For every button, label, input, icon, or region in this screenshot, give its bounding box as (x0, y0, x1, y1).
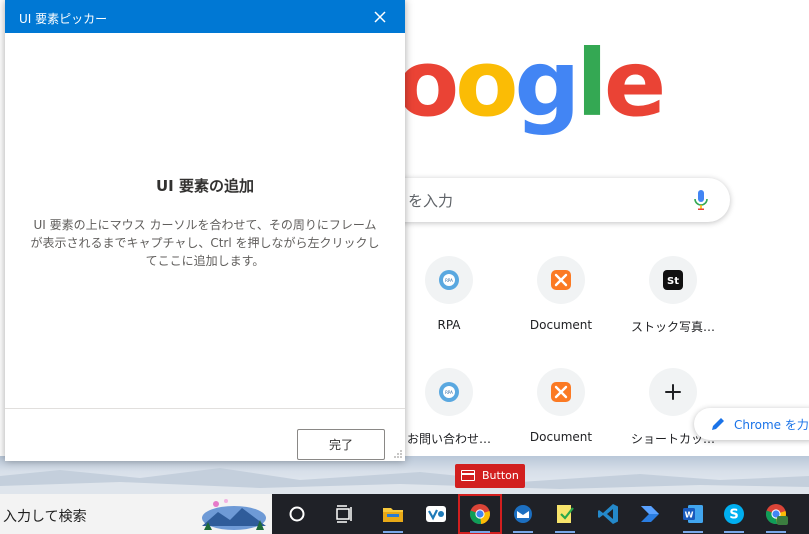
skype-icon: S (724, 504, 744, 524)
google-search-box[interactable]: を入力 (380, 178, 730, 222)
customize-chrome-button[interactable]: Chrome を力 (694, 408, 809, 440)
taskbar-task-view[interactable] (324, 494, 364, 534)
dialog-title-bar: UI 要素ピッカー (5, 0, 405, 33)
shortcut-label: Document (529, 318, 593, 332)
picker-heading: UI 要素の追加 (156, 177, 254, 195)
task-view-icon (336, 505, 352, 523)
running-indicator (683, 531, 703, 533)
file-explorer-icon (383, 508, 403, 522)
stock-st-icon: St (663, 270, 683, 290)
microphone-icon[interactable] (693, 189, 709, 211)
shortcut-label: ストック写真… (630, 320, 715, 334)
window-icon (461, 470, 475, 481)
svg-text:W: W (685, 511, 694, 520)
shortcut-tile[interactable]: Document (506, 368, 616, 456)
picker-instructions: UI 要素の上にマウス カーソルを合わせて、その周りにフレームが表示されるまでキ… (30, 218, 380, 268)
shortcut-tile[interactable]: St ストック写真… (618, 256, 728, 352)
chrome-profile-icon (765, 504, 788, 525)
element-highlight-tag: Button (455, 464, 525, 488)
taskbar: 入力して検索 W S (0, 494, 809, 534)
logo-letter: g (514, 30, 580, 137)
running-indicator (724, 531, 744, 533)
taskbar-mail[interactable] (503, 494, 543, 534)
shortcut-tile[interactable]: RPA RPA (394, 256, 504, 352)
vscode-icon (598, 504, 618, 524)
logo-letter: l (576, 30, 607, 137)
logo-letter: o (455, 30, 518, 137)
chrome-icon (469, 504, 490, 525)
resize-grip-icon[interactable] (393, 449, 403, 459)
running-indicator (383, 531, 403, 533)
search-highlight-art-icon (202, 499, 266, 530)
shortcut-label: RPA (437, 318, 461, 332)
svg-text:St: St (667, 276, 679, 287)
notes-icon (557, 505, 574, 523)
done-button[interactable]: 完了 (297, 429, 385, 460)
svg-text:RPA: RPA (445, 390, 453, 395)
taskbar-word[interactable]: W (673, 494, 713, 534)
svg-text:S: S (729, 508, 738, 523)
word-icon: W (683, 505, 703, 523)
close-icon[interactable] (369, 6, 391, 28)
vbox-icon (426, 506, 446, 522)
taskbar-chrome[interactable] (458, 494, 502, 534)
running-indicator (766, 531, 786, 533)
shortcut-tile[interactable]: RPA お問い合わせ… (394, 368, 504, 456)
divider (5, 408, 405, 409)
logo-letter: e (603, 30, 666, 137)
taskbar-file-explorer[interactable] (373, 494, 413, 534)
taskbar-vbox[interactable] (416, 494, 456, 534)
shortcut-label: Document (529, 430, 593, 444)
taskbar-vscode[interactable] (588, 494, 628, 534)
taskbar-cortana[interactable] (277, 494, 317, 534)
taskbar-power-automate[interactable] (630, 494, 670, 534)
running-indicator (470, 531, 490, 533)
taskbar-notes[interactable] (545, 494, 585, 534)
svg-text:RPA: RPA (445, 278, 453, 283)
mountain-scenery (0, 468, 809, 494)
rpa-gear-icon: RPA (439, 382, 459, 402)
cortana-icon (289, 506, 305, 522)
plus-icon (665, 384, 681, 400)
document-xampp-icon (551, 270, 571, 290)
mail-icon (514, 505, 532, 523)
rpa-gear-icon: RPA (439, 270, 459, 290)
taskbar-chrome-profile[interactable] (756, 494, 796, 534)
ui-element-picker-dialog: UI 要素ピッカー UI 要素の追加 UI 要素の上にマウス カーソルを合わせて… (5, 0, 405, 461)
shortcut-label: お問い合わせ… (406, 432, 491, 446)
taskbar-skype[interactable]: S (714, 494, 754, 534)
dialog-title: UI 要素ピッカー (19, 12, 108, 26)
google-logo: oogle (396, 30, 666, 137)
running-indicator (555, 531, 575, 533)
taskbar-search-box[interactable]: 入力して検索 (0, 494, 272, 534)
customize-chrome-label: Chrome を力 (734, 418, 809, 432)
desktop-wallpaper: Button (0, 456, 809, 494)
search-placeholder: を入力 (408, 192, 454, 210)
element-type-label: Button (482, 469, 519, 482)
power-automate-icon (641, 506, 659, 522)
pencil-icon (712, 418, 724, 430)
document-xampp-icon (551, 382, 571, 402)
taskbar-search-placeholder: 入力して検索 (3, 509, 87, 525)
shortcut-tile[interactable]: Document (506, 256, 616, 352)
running-indicator (513, 531, 533, 533)
